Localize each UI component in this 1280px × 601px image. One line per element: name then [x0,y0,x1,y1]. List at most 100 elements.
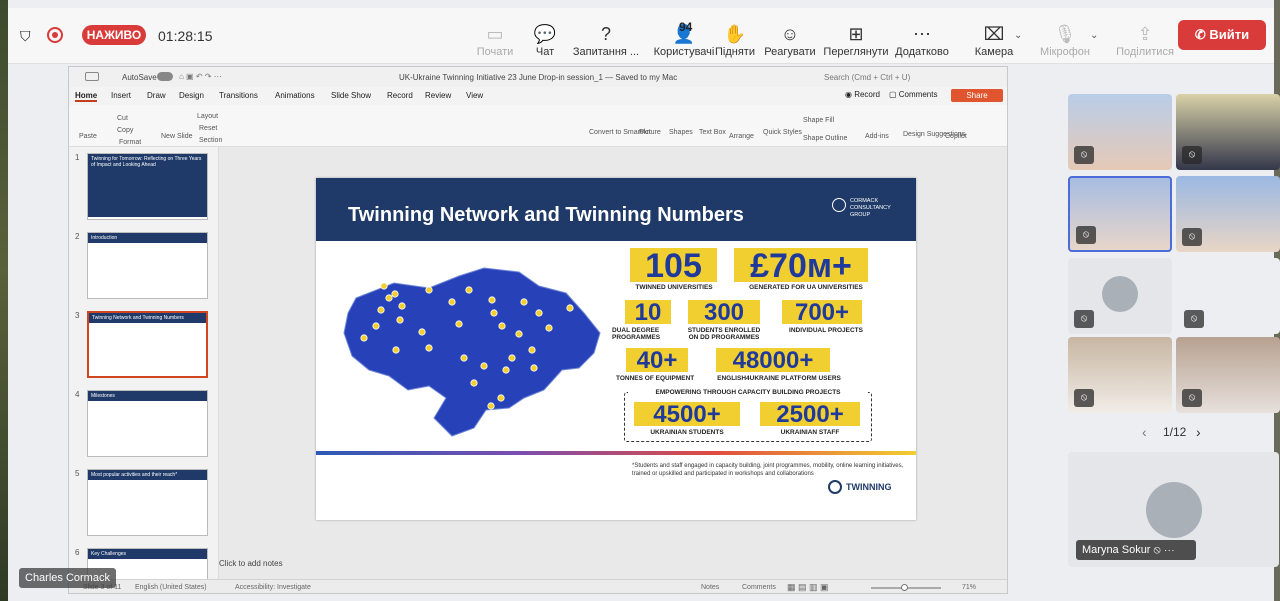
accessibility-label[interactable]: Accessibility: Investigate [235,584,311,591]
stat-label-platform-users: ENGLISH4UKRAINE PLATFORM USERS [717,375,841,382]
control-label: Мікрофон [1040,46,1090,58]
map-pin [455,320,463,328]
ribbon-quick-styles[interactable]: Quick Styles [763,129,802,136]
thumbnail-title: Most popular activities and their reach* [88,470,207,480]
zoom-slider[interactable] [871,584,941,591]
ribbon-tab-transitions[interactable]: Transitions [219,91,258,100]
video-tile[interactable]: ⦸ [1176,94,1280,170]
leave-button[interactable]: ✆ Вийти [1178,20,1266,50]
ribbon-tab-slide-show[interactable]: Slide Show [331,91,371,100]
share-label: Share [966,91,988,100]
comments-toggle[interactable]: Comments [742,584,776,591]
slide-thumbnail[interactable]: Introduction [87,232,208,299]
ribbon-reset[interactable]: Reset [199,125,217,132]
record-icon[interactable] [47,27,63,43]
ribbon-tab-home[interactable]: Home [75,91,98,102]
map-pin [398,302,406,310]
control-more[interactable]: ⋯ Додатково [882,22,962,58]
camera-options-icon[interactable]: ⌄ [1014,30,1022,41]
zoom-level[interactable]: 71% [962,584,976,591]
video-tile-active[interactable]: ⦸ [1068,176,1172,252]
control-label: Поділитися [1116,46,1174,58]
map-pin [498,322,506,330]
ribbon-tab-draw[interactable]: Draw [147,91,166,100]
ribbon-section[interactable]: Section [199,137,222,144]
slide-footnote: *Students and staff engaged in capacity … [632,463,904,477]
ribbon-shape-fill[interactable]: Shape Fill [803,117,834,124]
slide-thumbnail[interactable]: Most popular activities and their reach* [87,469,208,536]
mic-muted-icon: ⦸ [1153,544,1161,556]
share-button[interactable]: Share [951,89,1003,102]
ribbon-tab-insert[interactable]: Insert [111,91,131,100]
stat-value-students-dd: 300 [688,300,760,326]
presenter-name-label: Charles Cormack [19,568,116,588]
stat-label-ua-staff: UKRAINIAN STAFF [780,429,840,436]
language-label[interactable]: English (United States) [135,584,207,591]
map-pin [545,324,553,332]
ribbon-tab-review[interactable]: Review [425,91,451,100]
ribbon-copy[interactable]: Copy [117,127,133,134]
ribbon-add-ins[interactable]: Add-ins [865,133,889,140]
video-tile[interactable]: ⦸ [1176,337,1280,413]
speaker-name: Maryna Sokur [1082,544,1151,556]
video-tile[interactable]: ⦸ [1068,94,1172,170]
thumbnail-number: 3 [75,311,80,320]
capacity-building-title: EMPOWERING THROUGH CAPACITY BUILDING PRO… [628,389,868,396]
ribbon-shape-outline[interactable]: Shape Outline [803,135,847,142]
avatar-tile[interactable]: ⦸ [1068,258,1172,334]
ribbon-convert-to-smartart[interactable]: Convert to SmartArt [589,129,651,136]
control-question[interactable]: ? Запитання ... [566,22,646,58]
cormack-logo-icon [832,198,846,212]
ribbon-shapes[interactable]: Shapes [669,129,693,136]
video-tile[interactable]: ⦸ [1068,337,1172,413]
slide-thumbnail[interactable]: Twinning Network and Twinning Numbers [87,311,208,378]
autosave-toggle[interactable] [157,72,173,81]
slide-thumbnail[interactable]: Twinning for Tomorrow: Reflecting on Thr… [87,153,208,220]
mic-muted-icon: ⦸ [1184,310,1204,328]
comments-button[interactable]: ▢ Comments [889,90,937,99]
stat-label-students-dd: STUDENTS ENROLLED ON DD PROGRAMMES [687,327,761,341]
more-icon[interactable]: ⋯ [1164,544,1175,556]
video-tile[interactable]: ⦸ [1176,176,1280,252]
stat-value-equipment: 40+ [626,348,688,374]
ribbon-arrange[interactable]: Arrange [729,133,754,140]
mic-muted-icon: ⦸ [1076,226,1096,244]
ribbon-cut[interactable]: Cut [117,115,128,122]
notes-placeholder[interactable]: Click to add notes [219,559,283,568]
video-tile[interactable]: ⦸ [1176,258,1280,334]
avatar-icon [1102,276,1138,312]
prev-page-icon[interactable]: ‹ [1142,424,1147,440]
control-share[interactable]: ⇪ Поділитися [1105,22,1185,58]
ribbon-tab-design[interactable]: Design [179,91,204,100]
map-pin [488,296,496,304]
ribbon-paste[interactable]: Paste [79,133,97,140]
leave-label: Вийти [1209,27,1250,42]
record-button[interactable]: ◉ Record [845,90,880,99]
slide-thumbnail[interactable]: Milestones [87,390,208,457]
notes-toggle[interactable]: Notes [701,584,719,591]
shield-icon[interactable]: ⛉ [20,28,31,45]
map-pin [425,344,433,352]
ribbon-layout[interactable]: Layout [197,113,218,120]
ribbon-tab-record[interactable]: Record [387,91,413,100]
ribbon-new-slide[interactable]: New Slide [161,133,193,140]
mic-options-icon[interactable]: ⌄ [1090,30,1098,41]
sidebar-toggle-icon[interactable] [85,72,99,81]
map-pin [528,346,536,354]
ribbon-text-box[interactable]: Text Box [699,129,726,136]
ribbon-tab-view[interactable]: View [466,91,483,100]
ppt-search[interactable]: Search (Cmd + Ctrl + U) [824,73,910,82]
twinning-logo-icon [828,480,842,494]
stat-value-funding: £70м+ [734,248,868,284]
next-page-icon[interactable]: › [1196,424,1201,440]
stat-value-dual-degree: 10 [625,300,671,326]
stat-value-ua-students: 4500+ [634,402,740,428]
quick-access-icons[interactable]: ⌂ ▣ ↶ ↷ ⋯ [179,72,222,81]
thumbnail-title: Key Challenges [88,549,207,559]
ribbon-copilot[interactable]: Copilot [945,133,967,140]
view-mode-icons[interactable]: ▦ ▤ ▥ ▣ [787,582,829,593]
ribbon-format[interactable]: Format [119,139,141,146]
ribbon-tab-animations[interactable]: Animations [275,91,315,100]
active-speaker-tile[interactable]: Maryna Sokur ⦸ ⋯ [1068,452,1279,567]
mic-muted-icon: ⦸ [1182,228,1202,246]
